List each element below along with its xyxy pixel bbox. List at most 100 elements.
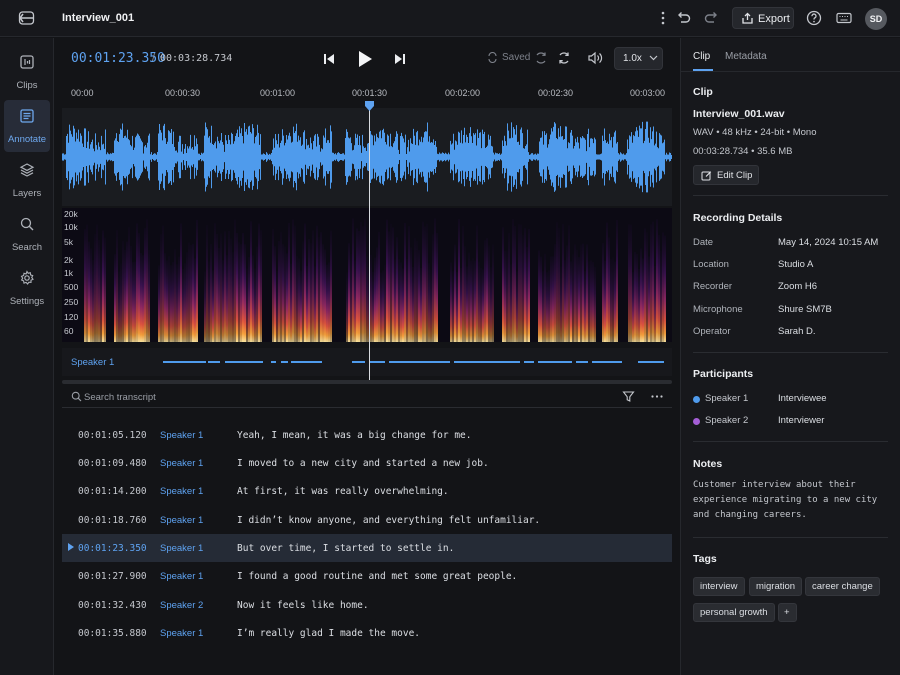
more-horizontal-icon[interactable]: [650, 390, 664, 403]
transcript-row[interactable]: 00:01:05.120 Speaker 1 Yeah, I mean, it …: [62, 421, 672, 449]
play-icon[interactable]: [356, 48, 374, 70]
spectrogram-column: [392, 227, 394, 342]
row-timestamp[interactable]: 00:01:14.200: [78, 486, 147, 497]
speaker-lane[interactable]: Speaker 1: [62, 348, 672, 376]
spectrogram-column: [590, 260, 592, 342]
avatar[interactable]: SD: [865, 8, 887, 30]
spectrogram-column: [236, 232, 238, 342]
spectrogram-column: [462, 225, 464, 342]
edit-clip-button[interactable]: Edit Clip: [693, 165, 759, 185]
spectrogram-column: [324, 249, 326, 342]
transcript-row[interactable]: 00:01:27.900 Speaker 1 I found a good ro…: [62, 562, 672, 590]
loop-icon[interactable]: [557, 51, 571, 65]
export-button[interactable]: Export: [732, 7, 794, 29]
transcript-search-input[interactable]: [84, 389, 484, 405]
spectrogram-column: [490, 267, 492, 342]
transcript-row[interactable]: 00:01:18.760 Speaker 1 I didn’t know any…: [62, 506, 672, 534]
skip-back-icon[interactable]: [322, 50, 336, 68]
spectrogram-column: [104, 237, 106, 342]
transcript-row-active[interactable]: 00:01:23.350 Speaker 1 But over time, I …: [62, 534, 672, 562]
row-timestamp[interactable]: 00:01:18.760: [78, 515, 147, 526]
playhead-handle-icon[interactable]: [365, 101, 374, 111]
row-speaker[interactable]: Speaker 1: [160, 543, 203, 554]
tag-chip[interactable]: personal growth: [693, 603, 775, 622]
help-icon[interactable]: [805, 9, 823, 27]
sidebar-item-settings[interactable]: Settings: [4, 262, 50, 314]
row-timestamp[interactable]: 00:01:35.880: [78, 628, 147, 639]
spectrogram[interactable]: 20k 10k 5k 2k 1k 500 250 120 60: [62, 208, 672, 342]
sidebar-item-clips[interactable]: Clips: [4, 46, 50, 98]
loop-region-icon[interactable]: [534, 51, 548, 65]
transcript-row[interactable]: 00:01:09.480 Speaker 1 I moved to a new …: [62, 449, 672, 477]
row-speaker[interactable]: Speaker 1: [160, 571, 203, 582]
spectrogram-column: [356, 228, 358, 342]
spectrogram-column: [302, 241, 304, 342]
tag-chip[interactable]: interview: [693, 577, 745, 596]
playback-speed-select[interactable]: 1.0x: [614, 47, 663, 70]
more-vertical-icon[interactable]: [654, 9, 672, 27]
back-icon[interactable]: [17, 9, 37, 27]
spectrogram-column: [188, 242, 190, 342]
row-speaker[interactable]: Speaker 1: [160, 430, 203, 441]
spectrogram-column: [502, 227, 504, 342]
spectrogram-column: [260, 230, 262, 342]
add-tag-button[interactable]: +: [778, 603, 797, 622]
row-text[interactable]: Yeah, I mean, it was a big change for me…: [237, 430, 472, 441]
spectrogram-column: [114, 254, 116, 342]
spectrogram-column: [272, 228, 274, 342]
undo-icon[interactable]: [674, 9, 692, 27]
spectrogram-column: [520, 224, 522, 342]
row-speaker[interactable]: Speaker 1: [160, 515, 203, 526]
row-timestamp[interactable]: 00:01:27.900: [78, 571, 147, 582]
row-text[interactable]: At first, it was really overwhelming.: [237, 486, 449, 497]
spectrogram-column: [122, 241, 124, 342]
row-timestamp[interactable]: 00:01:32.430: [78, 600, 147, 611]
spectrogram-column: [408, 226, 410, 342]
tab-clip[interactable]: Clip: [693, 51, 710, 62]
spectrogram-column: [396, 237, 398, 342]
spectrogram-column: [318, 237, 320, 342]
spectrogram-column: [486, 238, 488, 342]
transcript-row[interactable]: 00:01:14.200 Speaker 1 At first, it was …: [62, 477, 672, 505]
spectrogram-column: [312, 230, 314, 342]
volume-icon[interactable]: [587, 51, 603, 65]
transcript-row[interactable]: 00:01:32.430 Speaker 2 Now it feels like…: [62, 591, 672, 619]
sidebar-item-search[interactable]: Search: [4, 208, 50, 260]
row-timestamp[interactable]: 00:01:23.350: [78, 543, 147, 554]
row-text[interactable]: I moved to a new city and started a new …: [237, 458, 489, 469]
waveform[interactable]: [62, 108, 672, 206]
skip-forward-icon[interactable]: [393, 50, 407, 68]
sidebar-item-layers[interactable]: Layers: [4, 154, 50, 206]
sidebar-item-annotate[interactable]: Annotate: [4, 100, 50, 152]
filter-icon[interactable]: [622, 390, 635, 403]
divider: [693, 352, 888, 353]
spectrogram-column: [282, 244, 284, 342]
row-text[interactable]: But over time, I started to settle in.: [237, 543, 454, 554]
spectrogram-column: [648, 256, 650, 342]
redo-icon[interactable]: [703, 9, 721, 27]
row-speaker[interactable]: Speaker 1: [160, 628, 203, 639]
timeline-scrollbar[interactable]: [62, 380, 672, 384]
spectrogram-column: [238, 242, 240, 342]
playhead[interactable]: [369, 103, 370, 381]
spectrogram-column: [298, 258, 300, 342]
tag-chip[interactable]: career change: [805, 577, 880, 596]
row-speaker[interactable]: Speaker 2: [160, 600, 203, 611]
spectrogram-column: [190, 244, 192, 342]
tag-chip[interactable]: migration: [749, 577, 803, 596]
spectrogram-column: [572, 254, 574, 342]
notes-text[interactable]: Customer interview about their experienc…: [693, 478, 888, 523]
transcript-row[interactable]: 00:01:35.880 Speaker 1 I’m really glad I…: [62, 619, 672, 647]
spectrogram-column: [508, 232, 510, 342]
row-text[interactable]: I found a good routine and met some grea…: [237, 571, 517, 582]
row-text[interactable]: I’m really glad I made the move.: [237, 628, 420, 639]
row-speaker[interactable]: Speaker 1: [160, 486, 203, 497]
tab-metadata[interactable]: Metadata: [725, 51, 767, 62]
row-speaker[interactable]: Speaker 1: [160, 458, 203, 469]
row-text[interactable]: I didn’t know anyone, and everything fel…: [237, 515, 540, 526]
keyboard-icon[interactable]: [835, 9, 853, 27]
row-timestamp[interactable]: 00:01:09.480: [78, 458, 147, 469]
row-text[interactable]: Now it feels like home.: [237, 600, 369, 611]
spectrogram-column: [594, 266, 596, 342]
row-timestamp[interactable]: 00:01:05.120: [78, 430, 147, 441]
